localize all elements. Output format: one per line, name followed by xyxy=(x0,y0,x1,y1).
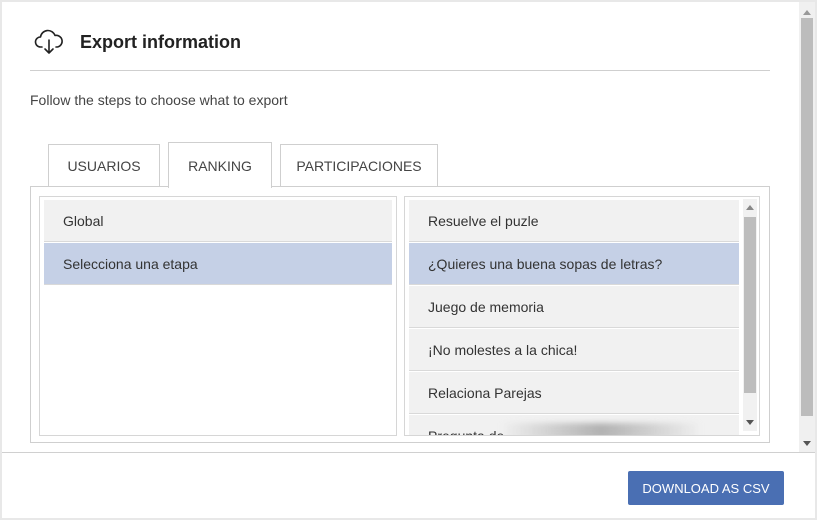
list-item[interactable]: ¡No molestes a la chica! xyxy=(409,329,739,371)
scroll-up-arrow-icon[interactable] xyxy=(746,205,754,210)
dialog-scroll-region: Export information Follow the steps to c… xyxy=(2,2,815,452)
tab-participaciones[interactable]: PARTICIPACIONES xyxy=(280,144,438,186)
cloud-download-icon xyxy=(34,28,64,56)
blurred-text-overlay xyxy=(501,423,701,435)
dialog-footer: DOWNLOAD AS CSV xyxy=(2,452,815,518)
scroll-down-arrow-icon[interactable] xyxy=(803,441,811,446)
dialog-title: Export information xyxy=(80,32,241,52)
scrollbar-thumb[interactable] xyxy=(801,18,813,416)
scrollbar-thumb[interactable] xyxy=(744,217,756,393)
tab-ranking[interactable]: RANKING xyxy=(168,142,272,188)
dialog-header: Export information xyxy=(30,24,770,71)
instructions-text: Follow the steps to choose what to expor… xyxy=(30,92,288,108)
scroll-up-arrow-icon[interactable] xyxy=(803,10,811,15)
tab-usuarios[interactable]: USUARIOS xyxy=(48,144,160,186)
list-item[interactable]: Resuelve el puzle xyxy=(409,200,739,242)
list-item[interactable]: ¿Quieres una buena sopas de letras? xyxy=(409,243,739,285)
scroll-down-arrow-icon[interactable] xyxy=(746,420,754,425)
list-item-select-stage[interactable]: Selecciona una etapa xyxy=(44,243,392,285)
list-item[interactable]: Relaciona Parejas xyxy=(409,372,739,414)
export-dialog: Export information Follow the steps to c… xyxy=(2,2,815,518)
stage-list-scrollbar[interactable] xyxy=(743,199,757,431)
stage-list: Resuelve el puzle ¿Quieres una buena sop… xyxy=(404,196,760,436)
ranking-tab-panel: Global Selecciona una etapa Resuelve el … xyxy=(30,186,770,443)
list-item[interactable]: Juego de memoria xyxy=(409,286,739,328)
dialog-scrollbar[interactable] xyxy=(799,2,815,452)
list-item-global[interactable]: Global xyxy=(44,200,392,242)
ranking-scope-list: Global Selecciona una etapa xyxy=(39,196,397,436)
download-csv-button[interactable]: DOWNLOAD AS CSV xyxy=(628,471,784,505)
